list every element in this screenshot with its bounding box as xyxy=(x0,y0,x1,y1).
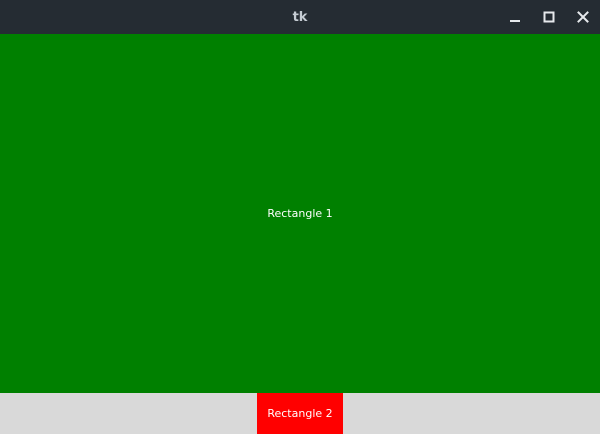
minimize-button[interactable] xyxy=(504,6,526,28)
window-title: tk xyxy=(292,9,308,25)
app-window: tk Rectangle 1 Rectangle 2 xyxy=(0,0,600,434)
rectangle-2[interactable]: Rectangle 2 xyxy=(257,393,343,434)
close-button[interactable] xyxy=(572,6,594,28)
minimize-icon xyxy=(510,20,520,22)
rectangle-2-label: Rectangle 2 xyxy=(267,407,333,420)
maximize-icon xyxy=(543,11,555,23)
maximize-button[interactable] xyxy=(538,6,560,28)
close-icon xyxy=(577,11,589,23)
rectangle-1-label: Rectangle 1 xyxy=(267,207,333,220)
title-bar[interactable]: tk xyxy=(0,0,600,34)
window-controls xyxy=(504,0,594,34)
rectangle-1[interactable]: Rectangle 1 xyxy=(0,34,600,393)
